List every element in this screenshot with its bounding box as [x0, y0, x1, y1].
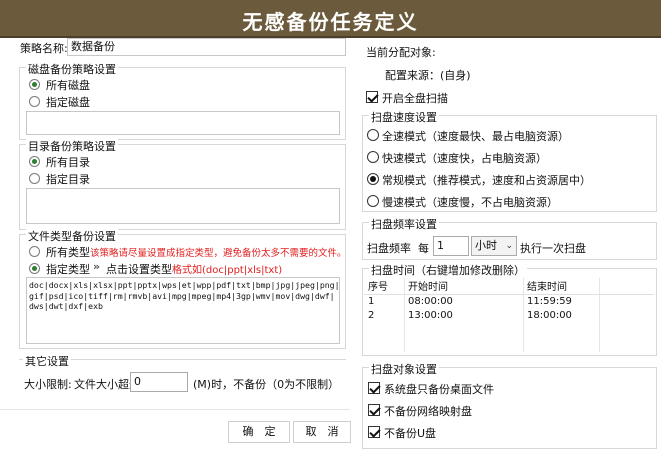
size-limit-label: 大小限制: [24, 378, 72, 391]
speed-normal-radio[interactable] [367, 173, 379, 185]
filetype-title: 文件类型备份设置 [26, 228, 118, 244]
schedule-header-row: 序号 开始时间 结束时间 [364, 278, 654, 295]
full-scan-label: 开启全盘扫描 [382, 92, 448, 105]
double-chevron-icon: » [93, 260, 101, 273]
file-types-line: doc|docx|xls|xlsx|ppt|pptx|wps|et|wpp|pd… [29, 280, 340, 290]
window-title: 无感备份任务定义 [242, 10, 419, 34]
skip-usb-label: 不备份U盘 [384, 427, 437, 440]
file-types-textarea[interactable]: doc|docx|xls|xlsx|ppt|pptx|wps|et|wpp|pd… [26, 277, 340, 344]
schedule-table[interactable]: 序号 开始时间 结束时间 1 08:00:00 11:59:59 2 13:00… [364, 278, 654, 322]
all-disks-radio[interactable] [29, 79, 40, 90]
skip-network-drive-checkbox[interactable] [368, 404, 380, 416]
format-hint: 格式如(doc|ppt|xls|txt) [172, 265, 283, 276]
schedule-header-index: 序号 [364, 278, 404, 295]
set-types-link[interactable]: 点击设置类型 [106, 261, 172, 277]
schedule-header-start: 开始时间 [404, 278, 523, 295]
config-source-label: 配置来源：(自身) [385, 69, 471, 82]
specified-disks-box[interactable] [26, 111, 340, 135]
schedule-cell-index: 2 [368, 309, 375, 321]
every-label: 每 [418, 242, 429, 255]
frequency-unit-select[interactable]: 小时 ⌄ [471, 236, 517, 256]
filetype-warning: 该策略请尽量设置成指定类型，避免备份太多不需要的文件。 [90, 248, 347, 259]
system-disk-desktop-label: 系统盘只备份桌面文件 [384, 383, 494, 396]
scan-frequency-title: 扫盘频率设置 [369, 216, 439, 232]
specified-disks-radio[interactable] [29, 96, 40, 107]
skip-network-drive-label: 不备份网络映射盘 [384, 405, 472, 418]
speed-full-radio[interactable] [367, 129, 379, 141]
speed-full-label: 全速模式（速度最快、最占电脑资源） [382, 130, 569, 143]
specified-dirs-radio[interactable] [29, 173, 40, 184]
ok-button[interactable]: 确 定 [228, 421, 290, 443]
schedule-cell-start: 08:00:00 [408, 295, 453, 307]
speed-normal-label: 常规模式（推荐模式，速度和占资源居中） [382, 174, 591, 187]
assigned-object-label: 当前分配对象: [366, 46, 436, 59]
frequency-value-input[interactable]: 1 [433, 236, 469, 256]
schedule-cell-index: 1 [368, 295, 375, 307]
full-scan-checkbox[interactable] [366, 91, 378, 103]
schedule-cell-end: 18:00:00 [527, 309, 572, 321]
policy-name-input[interactable]: 数据备份 [67, 38, 346, 56]
title-bar: 无感备份任务定义 [0, 0, 661, 38]
file-types-line: dws|dwt|dxf|exb [29, 301, 103, 311]
scan-schedule-title: 扫盘时间（右键增加修改删除） [369, 262, 527, 278]
speed-fast-radio[interactable] [367, 151, 379, 163]
frequency-after-label: 执行一次扫盘 [520, 242, 586, 255]
file-types-line: gif|psd|ico|tiff|rm|rmvb|avi|mpg|mpeg|mp… [29, 290, 335, 301]
cancel-button[interactable]: 取 消 [293, 421, 351, 443]
size-limit-input[interactable]: 0 [130, 372, 188, 392]
specified-disks-label: 指定磁盘 [46, 96, 90, 109]
size-suffix-label: (M)时，不备份（0为不限制） [193, 378, 340, 391]
table-row[interactable]: 1 08:00:00 11:59:59 [364, 294, 654, 308]
table-row[interactable]: 2 13:00:00 18:00:00 [364, 308, 654, 322]
scan-speed-title: 扫盘速度设置 [369, 109, 439, 125]
speed-fast-label: 快速模式（速度快，占电脑资源） [382, 152, 547, 165]
specified-dirs-box[interactable] [26, 188, 340, 224]
all-types-label: 所有类型 [46, 246, 90, 259]
chevron-down-icon: ⌄ [505, 241, 513, 251]
schedule-header-end: 结束时间 [523, 278, 654, 295]
schedule-cell-end: 11:59:59 [527, 295, 572, 307]
speed-slow-radio[interactable] [367, 195, 379, 207]
policy-name-label: 策略名称: [20, 42, 68, 55]
specified-dirs-label: 指定目录 [46, 173, 90, 186]
footer-divider [0, 409, 350, 410]
specified-types-label: 指定类型 [46, 263, 90, 276]
other-settings-title: 其它设置 [23, 353, 71, 369]
speed-slow-label: 慢速模式（速度慢，不占电脑资源） [382, 196, 558, 209]
all-dirs-label: 所有目录 [46, 156, 90, 169]
all-dirs-radio[interactable] [29, 156, 40, 167]
system-disk-desktop-checkbox[interactable] [368, 382, 380, 394]
frequency-unit-value: 小时 [475, 239, 497, 252]
skip-usb-checkbox[interactable] [368, 426, 380, 438]
specified-types-radio[interactable] [29, 263, 40, 274]
schedule-cell-start: 13:00:00 [408, 309, 453, 321]
all-disks-label: 所有磁盘 [46, 79, 90, 92]
frequency-label: 扫盘频率 [367, 242, 411, 255]
dir-policy-title: 目录备份策略设置 [26, 138, 118, 154]
disk-policy-title: 磁盘备份策略设置 [26, 61, 118, 77]
all-types-radio[interactable] [29, 246, 40, 257]
scan-target-title: 扫盘对象设置 [369, 361, 439, 377]
